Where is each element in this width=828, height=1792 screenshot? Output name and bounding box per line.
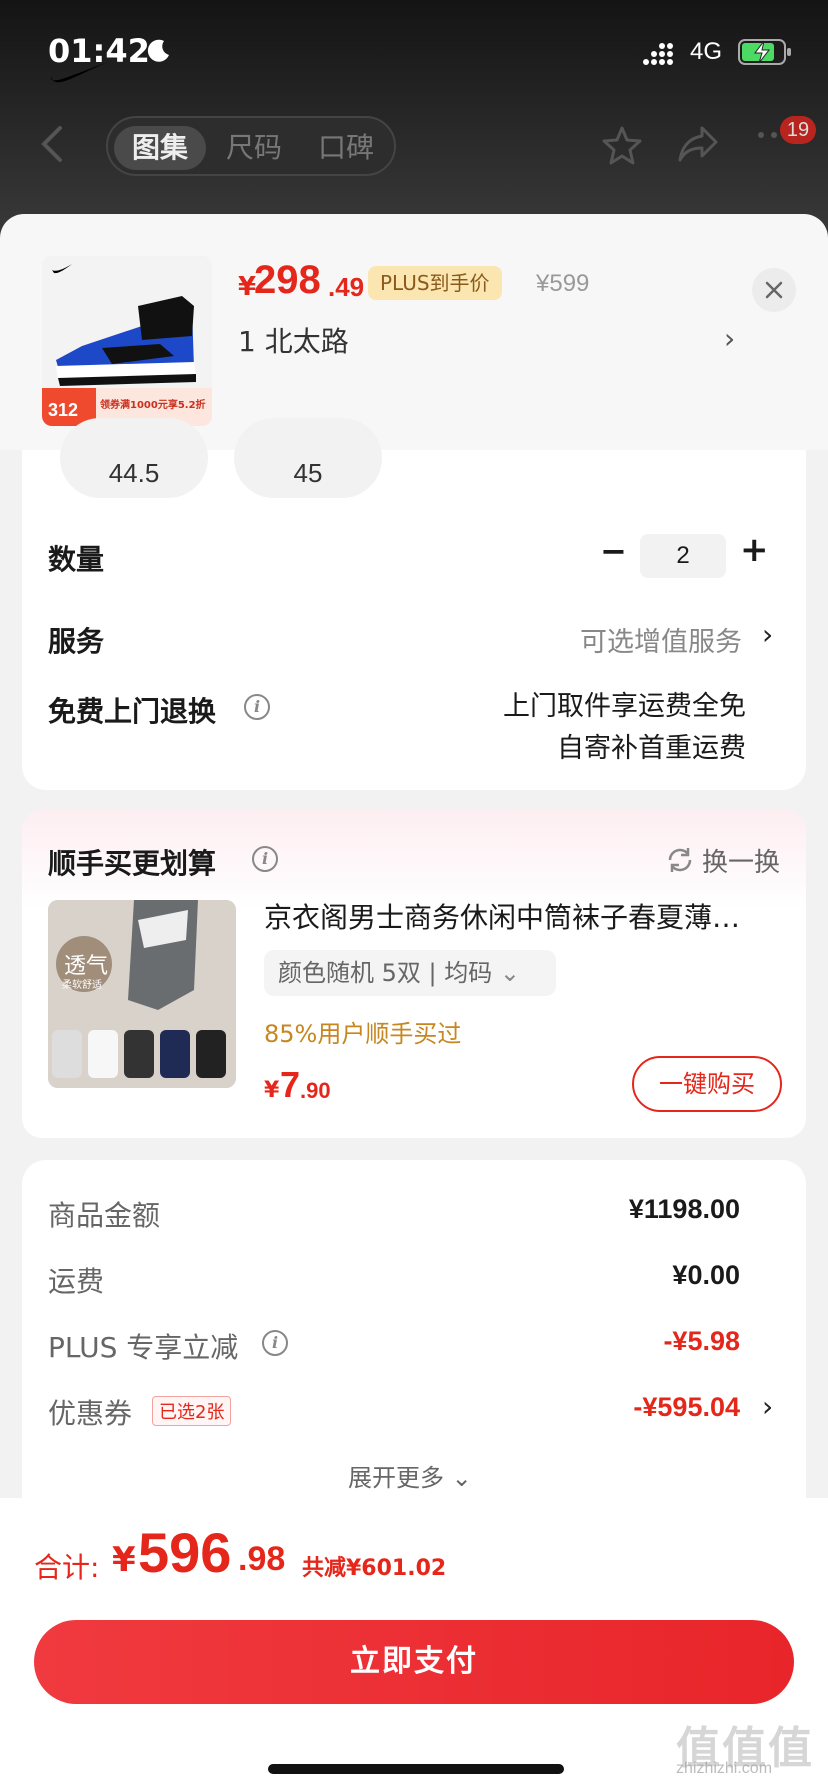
addon-price-integer: 7 (280, 1064, 301, 1105)
plus-price-tag: PLUS到手价 (368, 266, 502, 300)
chevron-down-icon: ⌄ (451, 1464, 472, 1492)
total-label: 合计: (34, 1551, 100, 1584)
original-price: ¥599 (536, 270, 590, 297)
addon-stat: 85%用户顺手买过 (264, 1020, 462, 1048)
addon-item-title[interactable]: 京衣阁男士商务休闲中筒袜子春夏薄… (264, 896, 784, 936)
favorite-star-icon[interactable] (600, 124, 644, 168)
quantity-label: 数量 (48, 543, 105, 576)
addon-product-image[interactable]: 透气 柔软舒适 (48, 900, 236, 1088)
addon-spec-text: 颜色随机 5双 | 均码 (278, 959, 493, 987)
tab-reviews[interactable]: 口碑 (300, 126, 392, 170)
product-thumbnail[interactable]: 312 领券满1000元享5.2折 (42, 256, 212, 426)
size-label: 44.5 (108, 458, 160, 488)
network-type: 4G (690, 38, 723, 65)
addon-price-decimal: .90 (300, 1078, 331, 1103)
price-decimal: .49 (328, 272, 365, 302)
share-icon[interactable] (676, 124, 720, 164)
selected-spec[interactable]: 1 北太路 (238, 320, 349, 360)
shipping-label: 运费 (48, 1265, 105, 1298)
signal-icon (643, 43, 673, 65)
free-return-line2: 自寄补首重运费 (557, 733, 746, 764)
refresh-button[interactable]: 换一换 (702, 842, 780, 879)
size-label: 45 (293, 458, 323, 488)
quantity-input[interactable]: 2 (640, 534, 726, 578)
image-text-soft: 柔软舒适 (62, 980, 102, 991)
chevron-down-icon: ⌄ (499, 959, 520, 987)
moon-icon (147, 39, 169, 62)
quantity-minus-button[interactable]: − (600, 532, 627, 570)
info-icon[interactable]: i (244, 694, 270, 720)
total-integer: 596 (138, 1521, 232, 1584)
tab-size[interactable]: 尺码 (208, 126, 300, 170)
size-option-45[interactable]: 45 (234, 418, 382, 498)
info-icon[interactable]: i (262, 1330, 288, 1356)
quantity-plus-button[interactable]: + (740, 530, 769, 570)
expand-more-button[interactable]: 展开更多 ⌄ (348, 1458, 472, 1493)
close-icon (765, 281, 783, 299)
info-icon[interactable]: i (252, 846, 278, 872)
addon-spec-selector[interactable]: 颜色随机 5双 | 均码 ⌄ (264, 950, 556, 996)
free-return-label: 免费上门退换 (48, 695, 217, 728)
back-arrow-icon[interactable] (40, 124, 64, 164)
total-saved: 共减¥601.02 (302, 1556, 447, 1581)
price-integer: 298 (254, 258, 321, 302)
free-return-line1: 上门取件享运费全免 (503, 691, 746, 722)
close-button[interactable] (752, 268, 796, 312)
addon-price-symbol: ¥ (264, 1078, 280, 1103)
coupon-count-tag: 已选2张 (152, 1396, 232, 1426)
coupon-value[interactable]: -¥595.04 (540, 1392, 740, 1423)
chevron-right-icon[interactable]: › (762, 618, 773, 651)
watermark-url: zhizhizhi.com (676, 1760, 773, 1777)
total-symbol: ¥ (112, 1540, 136, 1580)
subtotal-value: ¥1198.00 (628, 1194, 740, 1224)
plus-discount-value: -¥5.98 (663, 1326, 740, 1356)
addon-title: 顺手买更划算 (48, 847, 217, 880)
service-value[interactable]: 可选增值服务 (480, 620, 742, 659)
nike-logo-icon (51, 62, 108, 83)
chevron-right-icon[interactable]: › (762, 1390, 773, 1423)
plus-discount-label: PLUS 专享立减 (48, 1331, 239, 1364)
shipping-value: ¥0.00 (672, 1260, 740, 1290)
message-count-badge: 19 (780, 116, 816, 144)
refresh-icon[interactable] (666, 846, 694, 874)
socks-image (48, 900, 236, 1088)
thumb-badge-number: 312 (48, 400, 79, 420)
gallery-tab-switch: 图集 尺码 口碑 (106, 116, 396, 176)
subtotal-label: 商品金额 (48, 1199, 161, 1232)
thumb-badge-text: 领券满1000元享5.2折 (100, 400, 206, 411)
home-indicator[interactable] (268, 1764, 564, 1774)
coupon-label: 优惠券 (48, 1397, 133, 1430)
service-label: 服务 (48, 625, 105, 658)
size-option-44-5[interactable]: 44.5 (60, 418, 208, 498)
total-decimal: .98 (238, 1540, 286, 1578)
battery-charging-icon (738, 39, 791, 65)
expand-more-label: 展开更多 (348, 1464, 444, 1492)
one-click-buy-button[interactable]: 一键购买 (632, 1056, 782, 1112)
pay-now-button[interactable]: 立即支付 (34, 1620, 794, 1704)
tab-gallery[interactable]: 图集 (114, 126, 206, 170)
chevron-right-icon[interactable]: › (724, 322, 735, 355)
